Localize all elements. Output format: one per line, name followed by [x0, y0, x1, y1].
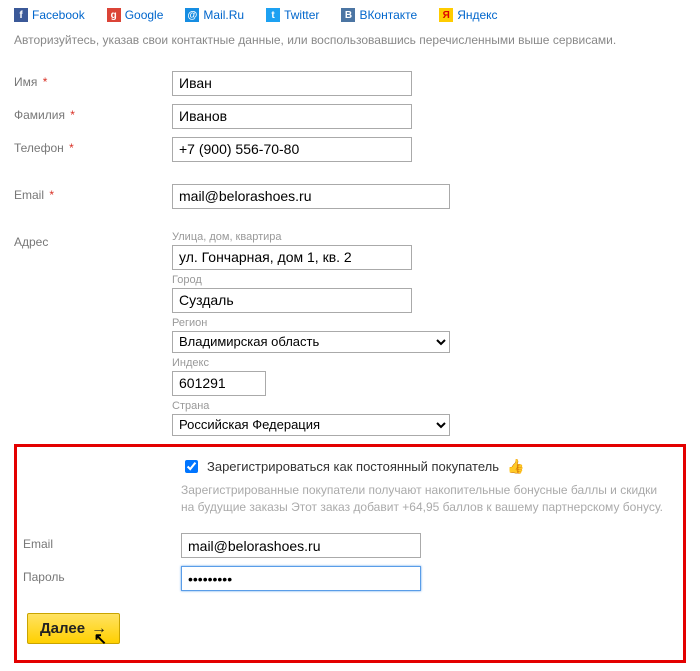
sublabel-street: Улица, дом, квартира — [172, 231, 686, 243]
name-input[interactable] — [172, 71, 412, 96]
register-checkbox-label: Зарегистрироваться как постоянный покупа… — [207, 459, 499, 474]
social-label: Twitter — [284, 8, 319, 22]
label-email2: Email — [23, 533, 181, 551]
label-phone: Телефон * — [14, 137, 172, 155]
register-checkbox[interactable] — [185, 460, 198, 473]
region-select[interactable]: Владимирская область — [172, 331, 450, 353]
sublabel-city: Город — [172, 274, 686, 286]
social-yandex[interactable]: Я Яндекс — [439, 8, 497, 22]
street-input[interactable] — [172, 245, 412, 270]
label-address: Адрес — [14, 231, 172, 249]
email-input[interactable] — [172, 184, 450, 209]
social-label: ВКонтакте — [359, 8, 417, 22]
sublabel-country: Страна — [172, 400, 686, 412]
social-facebook[interactable]: f Facebook — [14, 8, 85, 22]
mailru-icon: @ — [185, 8, 199, 22]
next-button[interactable]: Далее → ↖ — [27, 613, 120, 644]
social-login-row: f Facebook g Google @ Mail.Ru t Twitter … — [14, 8, 686, 22]
index-input[interactable] — [172, 371, 266, 396]
label-email: Email * — [14, 184, 172, 202]
social-twitter[interactable]: t Twitter — [266, 8, 319, 22]
intro-text: Авторизуйтесь, указав свои контактные да… — [14, 32, 686, 49]
register-description: Зарегистрированные покупатели получают н… — [181, 482, 669, 516]
reg-email-input[interactable] — [181, 533, 421, 558]
twitter-icon: t — [266, 8, 280, 22]
vk-icon: B — [341, 8, 355, 22]
surname-input[interactable] — [172, 104, 412, 129]
social-label: Яндекс — [457, 8, 497, 22]
city-input[interactable] — [172, 288, 412, 313]
social-vk[interactable]: B ВКонтакте — [341, 8, 417, 22]
sublabel-index: Индекс — [172, 357, 686, 369]
social-label: Facebook — [32, 8, 85, 22]
arrow-right-icon: → — [91, 621, 107, 637]
thumbs-up-icon: 👍 — [507, 458, 524, 475]
registration-highlight-box: Зарегистрироваться как постоянный покупа… — [14, 444, 686, 664]
phone-input[interactable] — [172, 137, 412, 162]
country-select[interactable]: Российская Федерация — [172, 414, 450, 436]
social-label: Google — [125, 8, 164, 22]
facebook-icon: f — [14, 8, 28, 22]
label-password: Пароль — [23, 566, 181, 584]
password-input[interactable] — [181, 566, 421, 591]
label-surname: Фамилия * — [14, 104, 172, 122]
google-icon: g — [107, 8, 121, 22]
sublabel-region: Регион — [172, 317, 686, 329]
label-name: Имя * — [14, 71, 172, 89]
social-mailru[interactable]: @ Mail.Ru — [185, 8, 244, 22]
yandex-icon: Я — [439, 8, 453, 22]
social-label: Mail.Ru — [203, 8, 244, 22]
next-button-label: Далее — [40, 620, 85, 637]
social-google[interactable]: g Google — [107, 8, 164, 22]
